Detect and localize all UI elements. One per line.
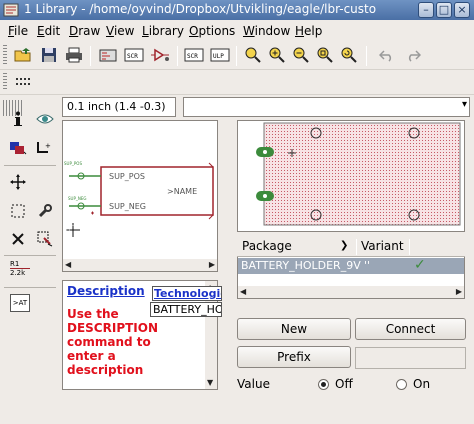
delete-icon[interactable] [7, 228, 29, 250]
zoom-fit-icon[interactable] [242, 44, 264, 66]
window-title: 1 Library - /home/oyvind/Dropbox/Utvikli… [24, 2, 377, 16]
svg-text:SUP_POS: SUP_POS [109, 172, 145, 181]
toolbar-grip[interactable] [3, 45, 7, 65]
name-tool[interactable]: R1 2.2k [10, 260, 30, 282]
wrench-icon[interactable] [34, 200, 56, 222]
palette-divider [4, 287, 56, 288]
info-icon[interactable] [7, 108, 29, 130]
package-row[interactable]: BATTERY_HOLDER_9V '' ✓ [238, 257, 464, 274]
zoom-out-icon[interactable] [290, 44, 312, 66]
palette-divider [4, 255, 56, 256]
cam-icon[interactable] [97, 44, 119, 66]
connect-button[interactable]: Connect [355, 318, 466, 340]
mark-icon[interactable]: + [34, 137, 56, 159]
package-variant: '' [364, 259, 371, 272]
svg-text:SCR: SCR [187, 53, 198, 60]
print-icon[interactable] [63, 44, 85, 66]
attribute-tool[interactable]: >AT [10, 294, 30, 312]
toolbar-separator [236, 46, 237, 66]
svg-text:SUP_POS: SUP_POS [64, 161, 82, 166]
package-scrollbar-horizontal[interactable]: ◀ ▶ [238, 286, 464, 298]
package-preview[interactable] [237, 120, 465, 232]
sort-chevron-icon[interactable]: ❯ [340, 240, 348, 251]
check-icon: ✓ [414, 257, 426, 273]
description-text: Use the DESCRIPTION command to enter a d… [67, 307, 159, 377]
package-list-header: Package ❯ Variant [237, 237, 465, 257]
toolbar-grip[interactable] [3, 73, 7, 91]
svg-text:>NAME: >NAME [167, 187, 197, 196]
save-icon[interactable] [38, 44, 60, 66]
new-button[interactable]: New [237, 318, 351, 340]
symbol-scrollbar-horizontal[interactable]: ◀ ▶ [63, 259, 217, 271]
undo-icon[interactable] [376, 44, 398, 66]
menu-edit[interactable]: Edit [37, 24, 60, 38]
zoom-redraw-icon[interactable] [338, 44, 360, 66]
add-component-icon[interactable] [34, 228, 56, 250]
technology-cell[interactable]: BATTERY_HOLDER_9V [150, 302, 222, 317]
redo-icon[interactable] [402, 44, 424, 66]
toolbar-separator [177, 46, 178, 66]
toolbar-separator [366, 46, 367, 66]
value-on-radio[interactable] [396, 379, 407, 390]
close-button[interactable]: × [454, 2, 470, 18]
arrow-left-icon[interactable]: ◀ [65, 260, 71, 269]
scr-icon[interactable]: SCR [123, 44, 145, 66]
zoom-select-icon[interactable] [314, 44, 336, 66]
technologies-header[interactable]: Technologies [152, 286, 222, 301]
package-name: BATTERY_HOLDER_9V [241, 259, 361, 272]
menu-help[interactable]: Help [295, 24, 322, 38]
grid-icon[interactable] [12, 71, 34, 93]
palette-divider [4, 165, 56, 166]
command-input[interactable]: ▾ [183, 97, 470, 117]
app-icon [3, 3, 19, 17]
description-link[interactable]: Description [67, 284, 145, 298]
column-package[interactable]: Package [242, 239, 292, 253]
coordinate-display: 0.1 inch (1.4 -0.3) [62, 97, 176, 117]
group-icon[interactable] [7, 200, 29, 222]
minimize-button[interactable]: – [418, 2, 434, 18]
arrow-right-icon[interactable]: ▶ [209, 260, 215, 269]
menu-library[interactable]: Library [142, 24, 184, 38]
title-bar: 1 Library - /home/oyvind/Dropbox/Utvikli… [0, 0, 474, 20]
column-variant[interactable]: Variant [361, 239, 404, 253]
value-off-radio[interactable] [318, 379, 329, 390]
toolbar-separator [90, 46, 91, 66]
value-off-label[interactable]: Off [335, 377, 353, 391]
column-divider [356, 239, 357, 255]
svg-text:+: + [45, 142, 51, 150]
symbol-preview[interactable]: SUP_POS SUP_NEG >NAME SUP_POS SUP_NEG ◀ … [62, 120, 218, 272]
component-icon[interactable] [150, 44, 172, 66]
menu-draw[interactable]: Draw [69, 24, 100, 38]
display-layers-icon[interactable] [7, 137, 29, 159]
arrow-left-icon[interactable]: ◀ [240, 287, 246, 296]
menu-window[interactable]: Window [243, 24, 290, 38]
menu-bar: File Edit Draw View Library Options Wind… [0, 21, 474, 41]
show-eye-icon[interactable] [34, 108, 56, 130]
toolbar-divider [0, 94, 474, 95]
chevron-down-icon[interactable]: ▾ [462, 99, 467, 110]
script-icon[interactable]: SCR [183, 44, 205, 66]
svg-text:ULP: ULP [213, 53, 224, 60]
menu-view[interactable]: View [106, 24, 134, 38]
arrow-right-icon[interactable]: ▶ [456, 287, 462, 296]
ulp-icon[interactable]: ULP [209, 44, 231, 66]
open-icon[interactable] [12, 44, 34, 66]
column-divider [409, 239, 410, 255]
svg-text:SUP_NEG: SUP_NEG [109, 202, 146, 211]
arrow-down-icon[interactable]: ▼ [207, 378, 213, 387]
toolbar-divider [0, 69, 474, 70]
menu-file[interactable]: File [8, 24, 28, 38]
value-on-label[interactable]: On [413, 377, 430, 391]
prefix-button[interactable]: Prefix [237, 346, 351, 368]
prefix-field[interactable] [355, 347, 466, 369]
zoom-in-icon[interactable] [266, 44, 288, 66]
value-label: Value [237, 377, 270, 391]
maximize-button[interactable]: □ [436, 2, 452, 18]
symbol-graphic: SUP_POS SUP_NEG >NAME SUP_POS SUP_NEG [64, 161, 214, 237]
menu-options[interactable]: Options [189, 24, 235, 38]
svg-text:SUP_NEG: SUP_NEG [68, 196, 87, 201]
svg-text:SCR: SCR [127, 53, 138, 60]
move-icon[interactable] [7, 171, 29, 193]
